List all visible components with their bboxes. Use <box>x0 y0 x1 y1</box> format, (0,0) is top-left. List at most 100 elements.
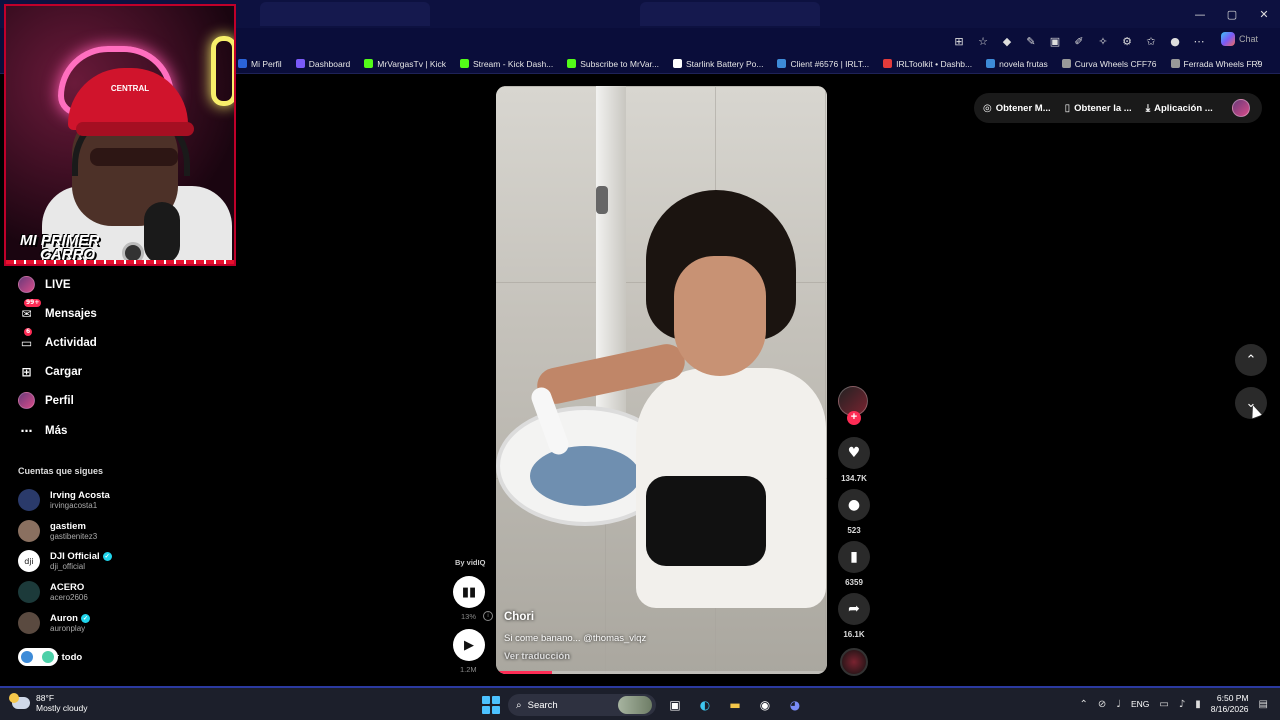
following-item[interactable]: Auron ✓ auronplay <box>18 612 90 634</box>
messages-badge: 99+ <box>24 299 42 307</box>
cloud-sun-icon <box>9 693 30 709</box>
extension-diamond-icon[interactable]: ◆ <box>998 32 1016 50</box>
discord-icon[interactable]: ◕ <box>784 694 806 716</box>
shower-fixture <box>596 186 608 214</box>
video-caption: Si come banano... @thomas_vlqz <box>504 633 647 644</box>
previous-video-button[interactable]: ⌃ <box>1235 344 1267 376</box>
bookmark-item[interactable]: IRLToolkit • Dashb... <box>883 59 972 69</box>
favorite-star-icon[interactable]: ☆ <box>974 32 992 50</box>
bookmark-item[interactable]: Starlink Battery Po... <box>673 59 763 69</box>
extension-toggle-icon[interactable]: ⚙ <box>1118 32 1136 50</box>
following-title: Cuentas que sigues <box>18 466 104 476</box>
task-view-icon[interactable]: ▣ <box>664 694 686 716</box>
share-count: 16.1K <box>843 630 865 639</box>
windows-start-icon[interactable] <box>482 696 500 714</box>
favorites-icon[interactable]: ✩ <box>1142 32 1160 50</box>
sidebar-item-actividad[interactable]: ▭ 6 Actividad <box>18 328 97 351</box>
clock[interactable]: 6:50 PM 8/16/2026 <box>1211 693 1249 715</box>
more-menu-icon[interactable]: ⋯ <box>1190 32 1208 50</box>
profile-avatar[interactable] <box>1232 99 1250 117</box>
download-icon: ⤓ <box>1145 102 1151 114</box>
video-author[interactable]: Chori <box>504 611 534 623</box>
see-all-link[interactable]: er todo <box>18 648 82 666</box>
sidebar-item-perfil[interactable]: Perfil <box>18 392 74 409</box>
bookmark-item[interactable]: Client #6576 | IRLT... <box>777 59 869 69</box>
weather-widget[interactable]: 88°F Mostly cloudy <box>9 693 88 713</box>
extension-brush-icon[interactable]: ✐ <box>1070 32 1088 50</box>
extension-square-icon[interactable]: ▣ <box>1046 32 1064 50</box>
display-icon[interactable]: ▭ <box>1159 699 1168 710</box>
chevron-up-icon[interactable]: ⌃ <box>1079 699 1087 710</box>
bookmark-item[interactable]: Subscribe to MrVar... <box>567 59 659 69</box>
profile-avatar-icon[interactable]: ● <box>1166 32 1184 50</box>
heart-icon: ♥ <box>847 445 861 461</box>
bookmark-favicon-icon <box>673 59 682 68</box>
following-item[interactable]: dji DJI Official ✓ dji_official <box>18 550 112 572</box>
bookmark-item[interactable]: Stream - Kick Dash... <box>459 59 553 69</box>
microphone-icon[interactable]: ♩ <box>1116 699 1121 710</box>
phone-icon: ▯ <box>1064 102 1071 114</box>
file-explorer-icon[interactable]: ▬ <box>724 694 746 716</box>
reader-icon[interactable]: ⊞ <box>950 32 968 50</box>
bookmark-item[interactable]: Dashboard <box>295 59 350 69</box>
follow-plus-icon[interactable]: + <box>847 411 861 425</box>
taskbar-search[interactable]: ⌕ Search <box>508 694 656 716</box>
extensions-puzzle-icon[interactable]: ✧ <box>1094 32 1112 50</box>
sidebar-item-live[interactable]: LIVE <box>18 276 71 293</box>
vidiq-label: By vidIQ <box>455 558 486 567</box>
copilot-chat-button[interactable]: Chat <box>1220 32 1258 46</box>
sidebar-item-mensajes[interactable]: ✉ 99+ Mensajes <box>18 299 97 322</box>
bookmark-favicon-icon <box>777 59 787 68</box>
notification-icon[interactable]: ▤ <box>1259 699 1268 710</box>
webcam-overlay: CENTRAL MI PRIMER CARRO <box>4 4 236 266</box>
bookmark-item[interactable]: MrVargasTv | Kick <box>364 59 446 69</box>
close-button[interactable]: ✕ <box>1248 0 1280 28</box>
view-count: 1.2M <box>460 665 477 674</box>
edge-browser-icon[interactable]: ◐ <box>694 694 716 716</box>
bookmark-favicon-icon <box>567 59 577 68</box>
chevron-right-icon[interactable]: › <box>1257 57 1260 68</box>
video-player[interactable]: Chori Si come banano... @thomas_vlqz Ver… <box>496 86 827 674</box>
bookmark-item[interactable]: Curva Wheels CFF76 <box>1061 59 1157 69</box>
overlay-toggle[interactable] <box>18 648 58 666</box>
following-item[interactable]: gastiem gastibenitez3 <box>18 520 97 542</box>
following-item[interactable]: ACERO acero2606 <box>18 581 88 603</box>
download-app-button[interactable]: ⤓ Aplicación ... <box>1146 103 1213 114</box>
vidiq-percent: 13% <box>461 612 477 621</box>
vidiq-stats-button[interactable]: ▮▮ <box>453 576 485 608</box>
get-coins-button[interactable]: ◎ Obtener M... <box>983 103 1051 114</box>
save-button[interactable]: ▮ <box>838 541 870 573</box>
comment-button[interactable]: ● <box>838 489 870 521</box>
share-button[interactable]: ➦ <box>838 593 870 625</box>
bookmark-item[interactable]: Ferrada Wheels FR9 <box>1170 59 1262 69</box>
get-app-button[interactable]: ▯ Obtener la ... <box>1065 103 1132 114</box>
info-icon[interactable]: i <box>483 611 493 621</box>
obs-icon[interactable]: ◉ <box>754 694 776 716</box>
video-progress-bar[interactable] <box>496 671 827 674</box>
bookmark-item[interactable]: Mi Perfil <box>238 59 282 69</box>
volume-icon[interactable]: ♪ <box>1179 699 1185 710</box>
battery-icon[interactable]: ▮ <box>1195 699 1201 710</box>
network-off-icon[interactable]: ⊘ <box>1098 699 1106 710</box>
music-disc[interactable] <box>840 648 868 676</box>
sidebar-item-cargar[interactable]: ⊞ Cargar <box>18 363 82 380</box>
bookmark-favicon-icon <box>1170 59 1180 68</box>
extension-pen-icon[interactable]: ✎ <box>1022 32 1040 50</box>
minimize-button[interactable]: — <box>1184 0 1216 28</box>
like-button[interactable]: ♥ <box>838 437 870 469</box>
avatar <box>18 520 40 542</box>
search-icon: ⌕ <box>516 699 522 711</box>
more-icon: ⋯ <box>20 423 33 438</box>
upload-icon: ⊞ <box>21 364 32 379</box>
translate-link[interactable]: Ver traducción <box>504 651 570 662</box>
browser-tab[interactable] <box>640 2 820 26</box>
sidebar-item-mas[interactable]: ⋯ Más <box>18 422 68 439</box>
language-indicator[interactable]: ENG <box>1131 699 1149 709</box>
browser-tab[interactable] <box>260 2 430 26</box>
person-face <box>674 256 766 376</box>
play-button[interactable]: ▶ <box>453 629 485 661</box>
following-item[interactable]: Irving Acosta irvingacosta1 <box>18 489 110 511</box>
maximize-button[interactable]: ▢ <box>1216 0 1248 28</box>
verified-icon: ✓ <box>80 614 90 623</box>
bookmark-item[interactable]: novela frutas <box>986 59 1048 69</box>
